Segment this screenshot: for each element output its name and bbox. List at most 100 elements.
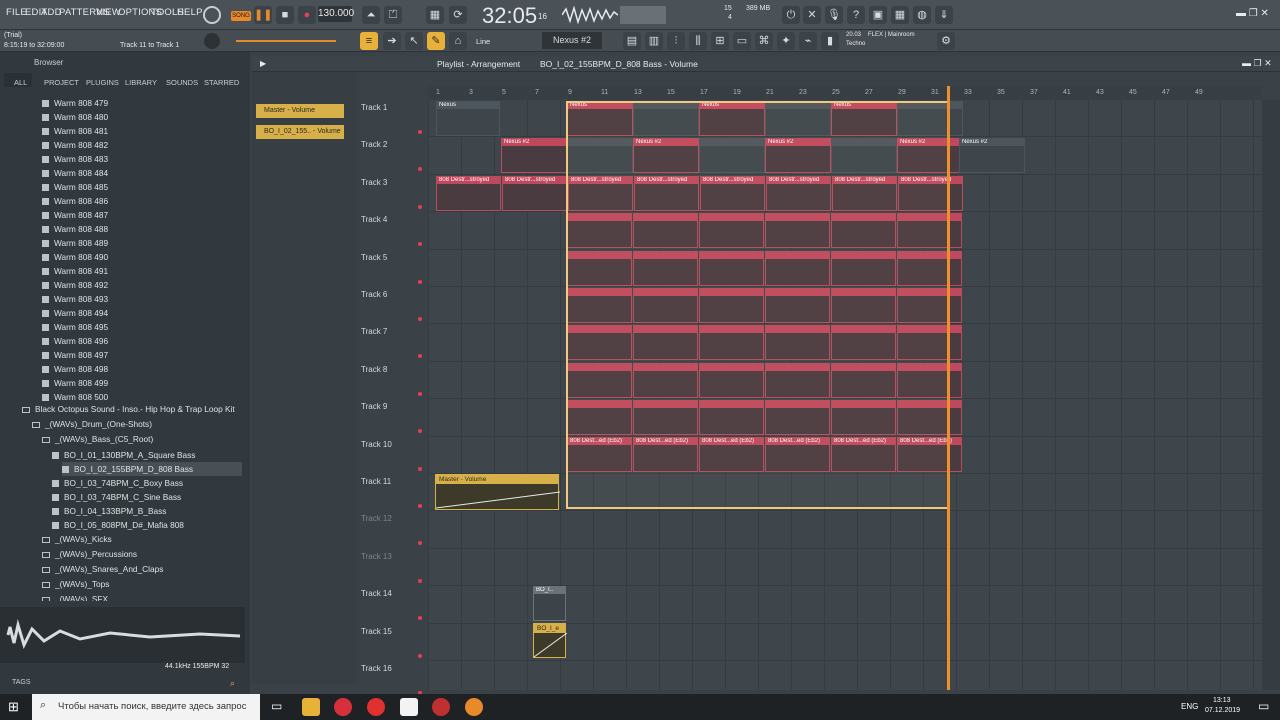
track-name[interactable]: Track 13 <box>361 552 392 561</box>
track-name[interactable]: Track 12 <box>361 514 392 523</box>
track-mute-led[interactable] <box>418 204 422 209</box>
vertical-scrollbar[interactable] <box>1262 100 1280 690</box>
browser-item[interactable]: Warm 808 493 <box>42 292 108 306</box>
pattern-master-volume[interactable]: Master - Volume <box>256 104 344 118</box>
track-name[interactable]: Track 8 <box>361 365 387 374</box>
browser-item[interactable]: Warm 808 484 <box>42 166 108 180</box>
timeline-ruler[interactable]: 1 3 5 7 9 11 13 15 17 19 21 23 25 27 29 31 33 35 37 41 43 45 4… <box>428 86 1262 100</box>
browser-item[interactable]: Warm 808 490 <box>42 250 108 264</box>
record-mode-knob[interactable] <box>203 6 221 24</box>
track-mute-led[interactable] <box>418 317 422 321</box>
playlist-window-controls[interactable]: ▬ ❐ ✕ <box>1242 58 1272 69</box>
notepad-icon[interactable] <box>400 698 418 716</box>
wrench-icon[interactable]: ✕ <box>803 6 821 24</box>
pencil-icon[interactable]: ✎ <box>427 32 445 50</box>
tab-plugins[interactable]: PLUGINS <box>86 78 119 87</box>
browser-item[interactable]: Warm 808 498 <box>42 362 108 376</box>
track-name[interactable]: Track 1 <box>361 103 387 112</box>
track-lane[interactable] <box>428 549 1262 587</box>
download-icon[interactable]: ⇓ <box>935 6 953 24</box>
browser-bass-file[interactable]: BO_I_03_74BPM_C_Sine Bass <box>52 490 181 504</box>
track-name[interactable]: Track 15 <box>361 627 392 636</box>
task-view-icon[interactable]: ▭ <box>271 699 282 713</box>
clock-date[interactable]: 07.12.2019 <box>1205 707 1240 714</box>
track-lane[interactable] <box>428 511 1262 549</box>
snap-select[interactable]: Line <box>476 37 490 46</box>
track-mute-led[interactable] <box>418 616 422 621</box>
mic-icon[interactable]: 🎙 <box>825 6 843 24</box>
browser-folder[interactable]: _(WAVs)_Tops <box>42 577 109 592</box>
playlist-menu-icon[interactable]: ▶ <box>260 59 266 68</box>
track-mute-led[interactable] <box>418 130 422 134</box>
browser-bass-file[interactable]: BO_I_04_133BPM_B_Bass <box>52 504 166 518</box>
pattern-song-icon[interactable]: ≡ <box>360 32 378 50</box>
search-icon[interactable]: ⌕ <box>230 678 235 689</box>
stop-icon[interactable]: ■ <box>276 6 294 24</box>
tab-starred[interactable]: STARRED <box>204 78 239 87</box>
wait-icon[interactable]: ⏍ <box>384 6 402 24</box>
play-icon[interactable]: ❚❚ <box>254 6 272 24</box>
tab-library[interactable]: LIBRARY <box>125 78 157 87</box>
browser-bass-file[interactable]: BO_I_01_130BPM_A_Square Bass <box>52 448 195 462</box>
pattern-bo-volume[interactable]: BO_I_02_155.. - Volume <box>256 125 344 139</box>
clock-time[interactable]: 13:13 <box>1213 697 1231 704</box>
track-name[interactable]: Track 6 <box>361 290 387 299</box>
stamp-icon[interactable]: ⌂ <box>449 32 467 50</box>
automation-clip[interactable]: BO_I_e <box>533 623 568 658</box>
menu-help[interactable]: HELP <box>177 7 203 18</box>
file-explorer-icon[interactable] <box>302 698 320 716</box>
metronome-icon[interactable]: ⏶ <box>362 6 380 24</box>
playlist-icon[interactable]: ▤ <box>623 32 641 50</box>
browser-item[interactable]: Warm 808 496 <box>42 334 108 348</box>
browser-folder[interactable]: _(WAVs)_Kicks <box>42 532 112 547</box>
help-icon[interactable]: ? <box>847 6 865 24</box>
song-mode-toggle[interactable]: SONG <box>231 11 251 21</box>
track-mute-led[interactable] <box>418 279 422 284</box>
loop-record-icon[interactable]: ⟳ <box>449 6 467 24</box>
magnet-icon[interactable]: ↖ <box>405 32 423 50</box>
main-pitch-slider[interactable] <box>236 40 336 42</box>
track-name[interactable]: Track 10 <box>361 440 392 449</box>
window-controls[interactable]: ▬ ❐ ✕ <box>1236 8 1269 19</box>
folder-pack[interactable]: Black Octopus Sound - Inso.- Hip Hop & T… <box>22 402 235 417</box>
browser-bass-file[interactable]: BO_I_02_155BPM_D_808 Bass <box>62 462 242 476</box>
grid-icon[interactable]: ▦ <box>891 6 909 24</box>
pattern-selector[interactable]: Nexus #2 <box>542 32 602 49</box>
track-name[interactable]: Track 16 <box>361 664 392 673</box>
track-lane[interactable] <box>428 661 1262 690</box>
arrow-right-icon[interactable]: ➔ <box>383 32 401 50</box>
taskbar-search[interactable]: ⌕ Чтобы начать поиск, введите здесь запр… <box>32 694 260 720</box>
browser-item[interactable]: Warm 808 482 <box>42 138 108 152</box>
pattern-clip[interactable]: Nexus #2 <box>959 138 1025 173</box>
tab-sounds[interactable]: SOUNDS <box>166 78 198 87</box>
chrome-icon[interactable] <box>432 698 450 716</box>
pattern-clip[interactable]: Nexus #2 <box>501 138 567 173</box>
track-name[interactable]: Track 3 <box>361 178 387 187</box>
browser-item[interactable]: Warm 808 497 <box>42 348 108 362</box>
track-mute-led[interactable] <box>418 354 422 359</box>
master-pitch-slider[interactable] <box>620 6 666 24</box>
track-mute-led[interactable] <box>418 653 422 658</box>
browser-item[interactable]: Warm 808 488 <box>42 222 108 236</box>
chat-icon[interactable]: ◍ <box>913 6 931 24</box>
track-mute-led[interactable] <box>418 578 422 583</box>
channel-rack-icon[interactable]: ⫶ <box>667 32 685 50</box>
track-mute-led[interactable] <box>418 541 422 546</box>
track-name[interactable]: Track 4 <box>361 215 387 224</box>
browser-item[interactable]: Warm 808 487 <box>42 208 108 222</box>
mixer-icon[interactable]: ⫼ <box>689 32 707 50</box>
main-volume-knob[interactable] <box>204 33 220 49</box>
tab-all-label[interactable]: ALL <box>14 78 27 87</box>
piano-roll-icon[interactable]: ▥ <box>645 32 663 50</box>
waveform-preview[interactable] <box>0 607 245 663</box>
pattern-clip[interactable]: 808 Destr...stroyed <box>502 176 567 211</box>
browser-item[interactable]: Warm 808 489 <box>42 236 108 250</box>
tempo-display[interactable]: 130.000 <box>318 6 354 22</box>
browser-item[interactable]: Warm 808 491 <box>42 264 108 278</box>
track-mute-led[interactable] <box>418 466 422 471</box>
playhead[interactable] <box>947 86 950 690</box>
folder-drums[interactable]: _(WAVs)_Drum_(One-Shots) <box>32 417 152 432</box>
track-mute-led[interactable] <box>418 429 422 434</box>
windows-start-icon[interactable]: ⊞ <box>8 699 19 715</box>
countdown-icon[interactable]: ▦ <box>426 6 444 24</box>
